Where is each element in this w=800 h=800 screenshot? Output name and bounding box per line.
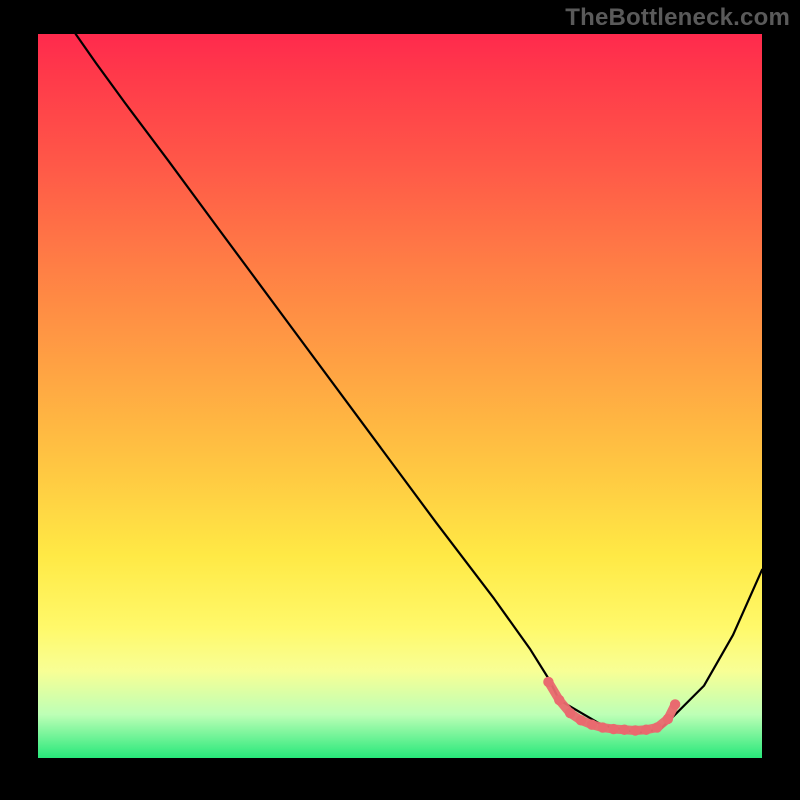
curve-layer bbox=[38, 34, 762, 758]
marker-band-group bbox=[543, 677, 680, 736]
marker-dot bbox=[619, 725, 629, 735]
marker-dot bbox=[641, 725, 651, 735]
marker-dot bbox=[587, 720, 597, 730]
marker-dot bbox=[608, 724, 618, 734]
marker-dot bbox=[565, 708, 575, 718]
marker-dot bbox=[598, 722, 608, 732]
plot-area bbox=[38, 34, 762, 758]
marker-dot bbox=[630, 725, 640, 735]
marker-dot bbox=[670, 699, 680, 709]
black-curve-path bbox=[76, 34, 762, 733]
marker-dot bbox=[554, 695, 564, 705]
watermark-text: TheBottleneck.com bbox=[565, 4, 790, 32]
marker-dot bbox=[652, 722, 662, 732]
chart-stage: TheBottleneck.com bbox=[0, 0, 800, 800]
marker-dot bbox=[543, 677, 553, 687]
marker-dot bbox=[576, 715, 586, 725]
marker-dot bbox=[663, 714, 673, 724]
